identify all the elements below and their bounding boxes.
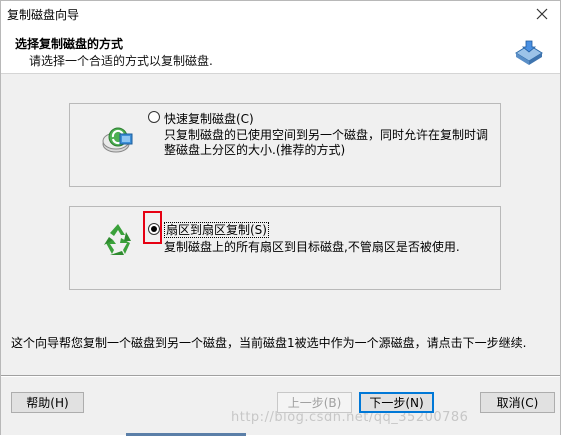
close-icon[interactable] [532, 4, 552, 24]
quick-copy-radio[interactable] [148, 111, 160, 123]
back-button[interactable]: 上一步(B) [277, 392, 352, 413]
selection-highlight-box [143, 211, 162, 244]
page-subtitle: 请选择一个合适的方式以复制磁盘. [29, 54, 213, 68]
next-button[interactable]: 下一步(N) [359, 392, 434, 413]
help-button[interactable]: 帮助(H) [11, 392, 84, 413]
quick-copy-label[interactable]: 快速复制磁盘(C) [164, 110, 254, 127]
recycle-icon [100, 221, 136, 257]
wizard-window: 复制磁盘向导 选择复制磁盘的方式 请选择一个合适的方式以复制磁盘. 快速复制磁盘… [0, 0, 561, 436]
option-group-quick-copy: 快速复制磁盘(C) 只复制磁盘的已使用空间到另一个磁盘，同时允许在复制时调整磁盘… [69, 103, 501, 187]
wizard-body: 快速复制磁盘(C) 只复制磁盘的已使用空间到另一个磁盘，同时允许在复制时调整磁盘… [1, 74, 560, 384]
option-group-sector-copy: 扇区到扇区复制(S) 复制磁盘上的所有扇区到目标磁盘,不管扇区是否被使用. [69, 206, 501, 290]
title-bar: 复制磁盘向导 [1, 1, 560, 27]
wizard-footer: http://blog.csdn.net/qq_35200786 帮助(H) 上… [1, 384, 560, 435]
sector-copy-label[interactable]: 扇区到扇区复制(S) [164, 221, 269, 238]
wizard-info-text: 这个向导帮您复制一个磁盘到另一个磁盘，当前磁盘1被选中作为一个源磁盘，请点击下一… [11, 336, 527, 350]
page-title: 选择复制磁盘的方式 [15, 37, 124, 51]
disk-copy-icon [512, 39, 546, 65]
window-title: 复制磁盘向导 [7, 8, 80, 22]
sector-copy-description: 复制磁盘上的所有扇区到目标磁盘,不管扇区是否被使用. [164, 240, 460, 254]
wizard-header: 选择复制磁盘的方式 请选择一个合适的方式以复制磁盘. [1, 27, 560, 74]
quick-copy-disk-icon [100, 122, 136, 158]
quick-copy-description: 只复制磁盘的已使用空间到另一个磁盘，同时允许在复制时调整磁盘上分区的大小.(推荐… [164, 128, 489, 157]
cancel-button[interactable]: 取消(C) [480, 392, 555, 413]
footer-divider [1, 375, 560, 377]
sector-copy-label-text: 扇区到扇区复制(S) [164, 222, 269, 238]
